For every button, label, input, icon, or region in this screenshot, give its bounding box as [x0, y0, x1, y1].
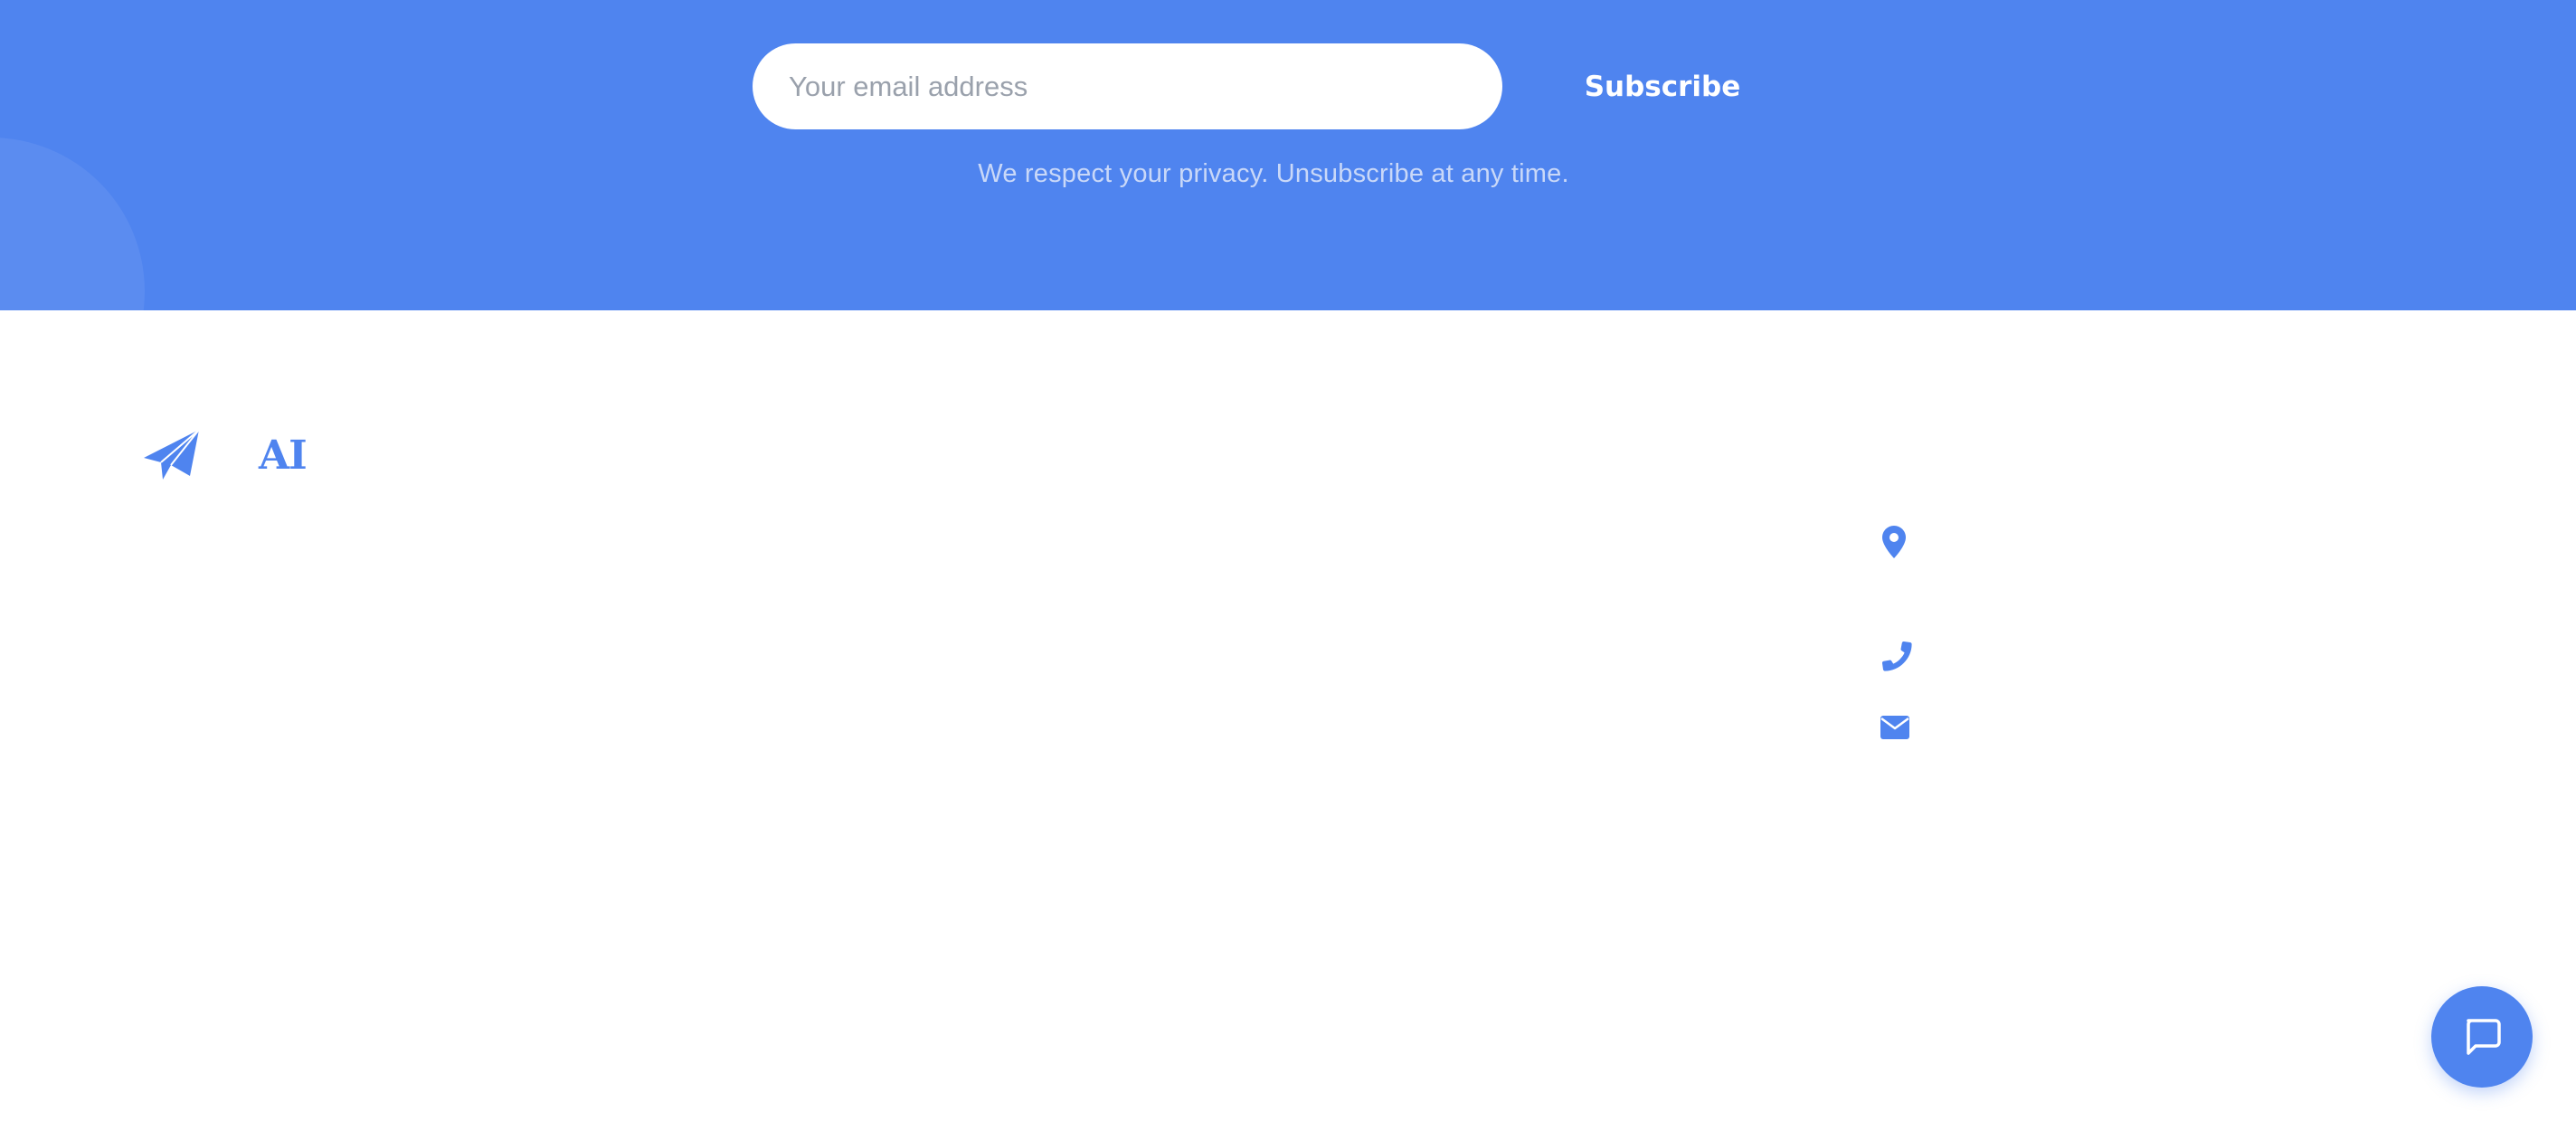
brand-logo-link[interactable]: AI — [141, 425, 308, 485]
chat-button[interactable] — [2431, 986, 2533, 1088]
privacy-note: We respect your privacy. Unsubscribe at … — [978, 159, 1569, 188]
phone-icon — [1881, 641, 1912, 671]
brand-name: AI — [259, 432, 308, 479]
email-input[interactable] — [753, 43, 1502, 129]
subscribe-button[interactable]: Subscribe — [1538, 43, 1787, 129]
newsletter-section: Subscribe We respect your privacy. Unsub… — [0, 0, 2576, 310]
envelope-icon — [1880, 715, 1910, 740]
paper-plane-icon — [141, 425, 201, 485]
chat-bubble-icon — [2461, 1015, 2503, 1060]
map-pin-icon — [1881, 525, 1907, 559]
page: Subscribe We respect your privacy. Unsub… — [0, 0, 2576, 1131]
